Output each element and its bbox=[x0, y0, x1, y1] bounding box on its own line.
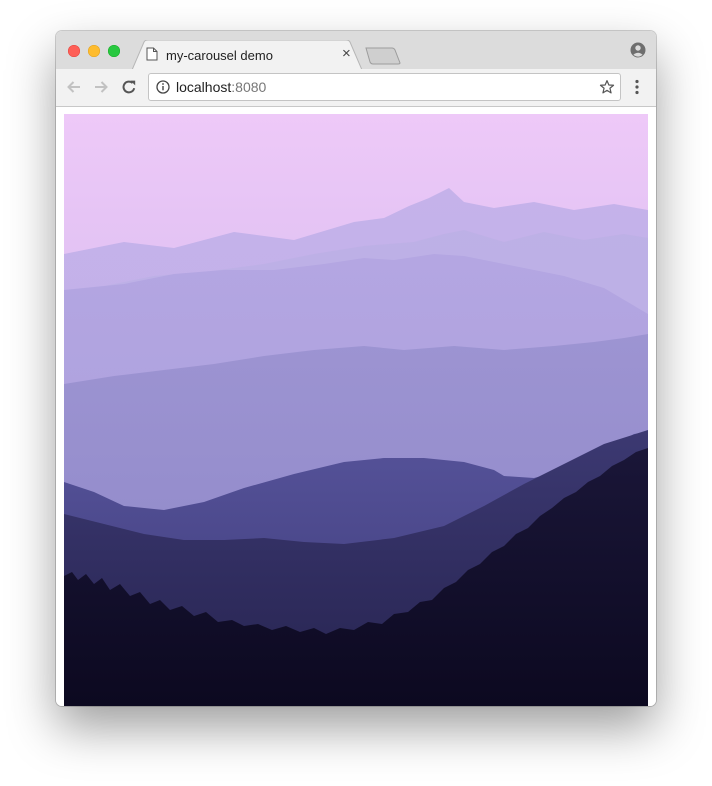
close-icon[interactable]: × bbox=[342, 46, 351, 62]
star-icon[interactable] bbox=[599, 79, 615, 100]
new-tab-icon[interactable] bbox=[365, 47, 401, 70]
tab-title: my-carousel demo bbox=[166, 48, 273, 63]
reload-icon[interactable] bbox=[120, 78, 138, 101]
browser-window: my-carousel demo × localhost:8080 bbox=[56, 31, 656, 706]
forward-arrow-icon[interactable] bbox=[92, 78, 110, 101]
zoom-window-button[interactable] bbox=[108, 45, 120, 57]
mountain-landscape-image bbox=[64, 114, 648, 706]
info-icon[interactable] bbox=[156, 80, 170, 99]
profile-icon[interactable] bbox=[630, 42, 646, 63]
address-bar[interactable]: localhost:8080 bbox=[148, 73, 621, 101]
url-host: localhost bbox=[176, 79, 232, 95]
close-window-button[interactable] bbox=[68, 45, 80, 57]
kebab-menu-icon[interactable] bbox=[634, 79, 640, 100]
url-port: :8080 bbox=[231, 79, 267, 95]
page-icon bbox=[146, 47, 158, 66]
minimize-window-button[interactable] bbox=[88, 45, 100, 57]
tab-my-carousel-demo[interactable]: my-carousel demo × bbox=[132, 40, 362, 70]
carousel-slide-image[interactable] bbox=[64, 114, 648, 706]
page-content bbox=[56, 107, 656, 706]
url-text: localhost:8080 bbox=[176, 79, 266, 95]
toolbar: localhost:8080 bbox=[56, 69, 656, 107]
title-bar: my-carousel demo × bbox=[56, 31, 656, 70]
back-arrow-icon[interactable] bbox=[65, 78, 83, 101]
